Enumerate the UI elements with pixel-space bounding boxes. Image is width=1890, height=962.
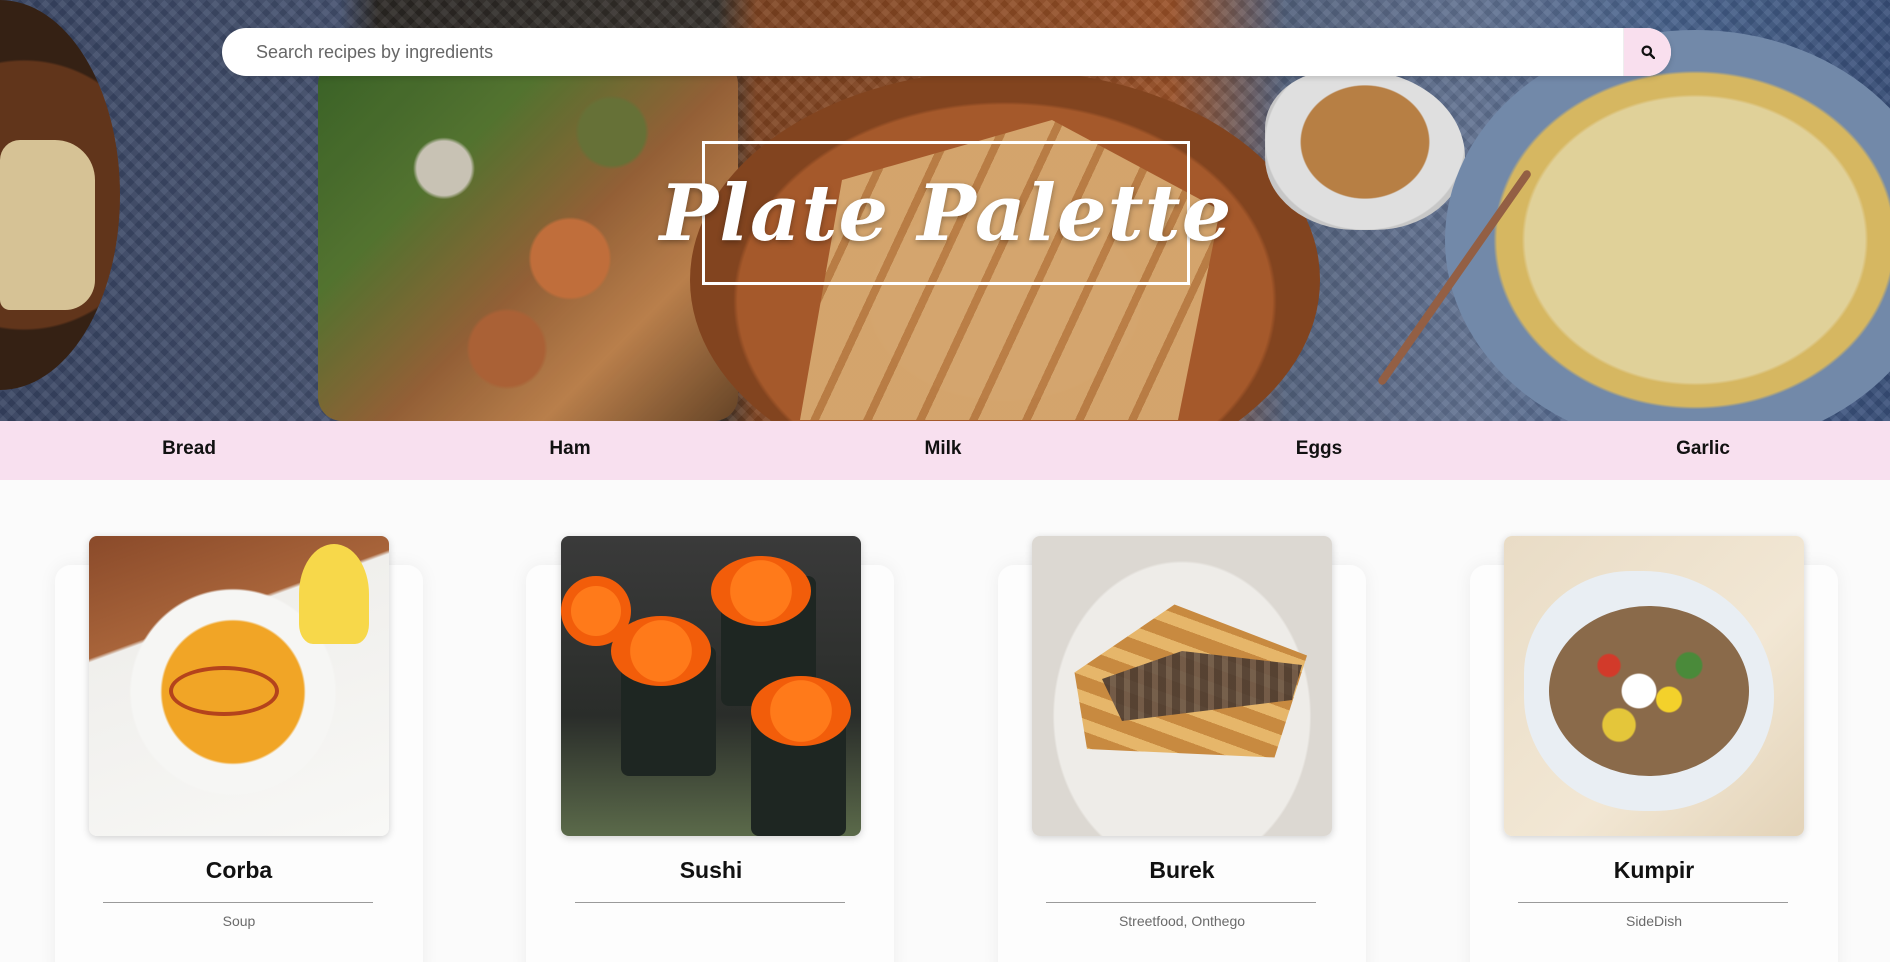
card-divider bbox=[103, 902, 373, 903]
ingredient-nav: Bread Ham Milk Eggs Garlic bbox=[0, 421, 1890, 480]
brand-title: Plate Palette bbox=[659, 167, 1233, 259]
recipe-title-corba[interactable]: Corba bbox=[89, 857, 389, 884]
recipe-image-burek[interactable] bbox=[1032, 536, 1332, 836]
ingredient-item-garlic[interactable]: Garlic bbox=[1676, 421, 1730, 480]
recipe-image-kumpir[interactable] bbox=[1504, 536, 1804, 836]
recipe-title-sushi[interactable]: Sushi bbox=[561, 857, 861, 884]
soup-bowl-image bbox=[89, 536, 389, 836]
recipe-title-kumpir[interactable]: Kumpir bbox=[1504, 857, 1804, 884]
card-divider bbox=[575, 902, 845, 903]
ingredient-item-milk[interactable]: Milk bbox=[925, 421, 962, 480]
burek-pastry-image bbox=[1032, 536, 1332, 836]
search-icon bbox=[1641, 45, 1655, 59]
recipe-category-burek: Streetfood, Onthego bbox=[1118, 913, 1246, 929]
ingredient-item-ham[interactable]: Ham bbox=[549, 421, 590, 480]
recipe-title-burek[interactable]: Burek bbox=[1032, 857, 1332, 884]
recipe-category-kumpir: SideDish bbox=[1625, 913, 1683, 929]
search-button[interactable] bbox=[1623, 28, 1671, 76]
brand-logo-frame: Plate Palette bbox=[660, 141, 1231, 285]
card-divider bbox=[1046, 902, 1316, 903]
card-divider bbox=[1518, 902, 1788, 903]
ingredient-item-bread[interactable]: Bread bbox=[162, 421, 216, 480]
kumpir-potato-image bbox=[1504, 536, 1804, 836]
ingredient-item-eggs[interactable]: Eggs bbox=[1296, 421, 1342, 480]
recipe-category-corba: Soup bbox=[222, 913, 256, 929]
recipe-image-corba[interactable] bbox=[89, 536, 389, 836]
search-bar bbox=[222, 28, 1671, 76]
search-input[interactable] bbox=[222, 28, 1623, 76]
sushi-rolls-image bbox=[561, 536, 861, 836]
recipe-image-sushi[interactable] bbox=[561, 536, 861, 836]
